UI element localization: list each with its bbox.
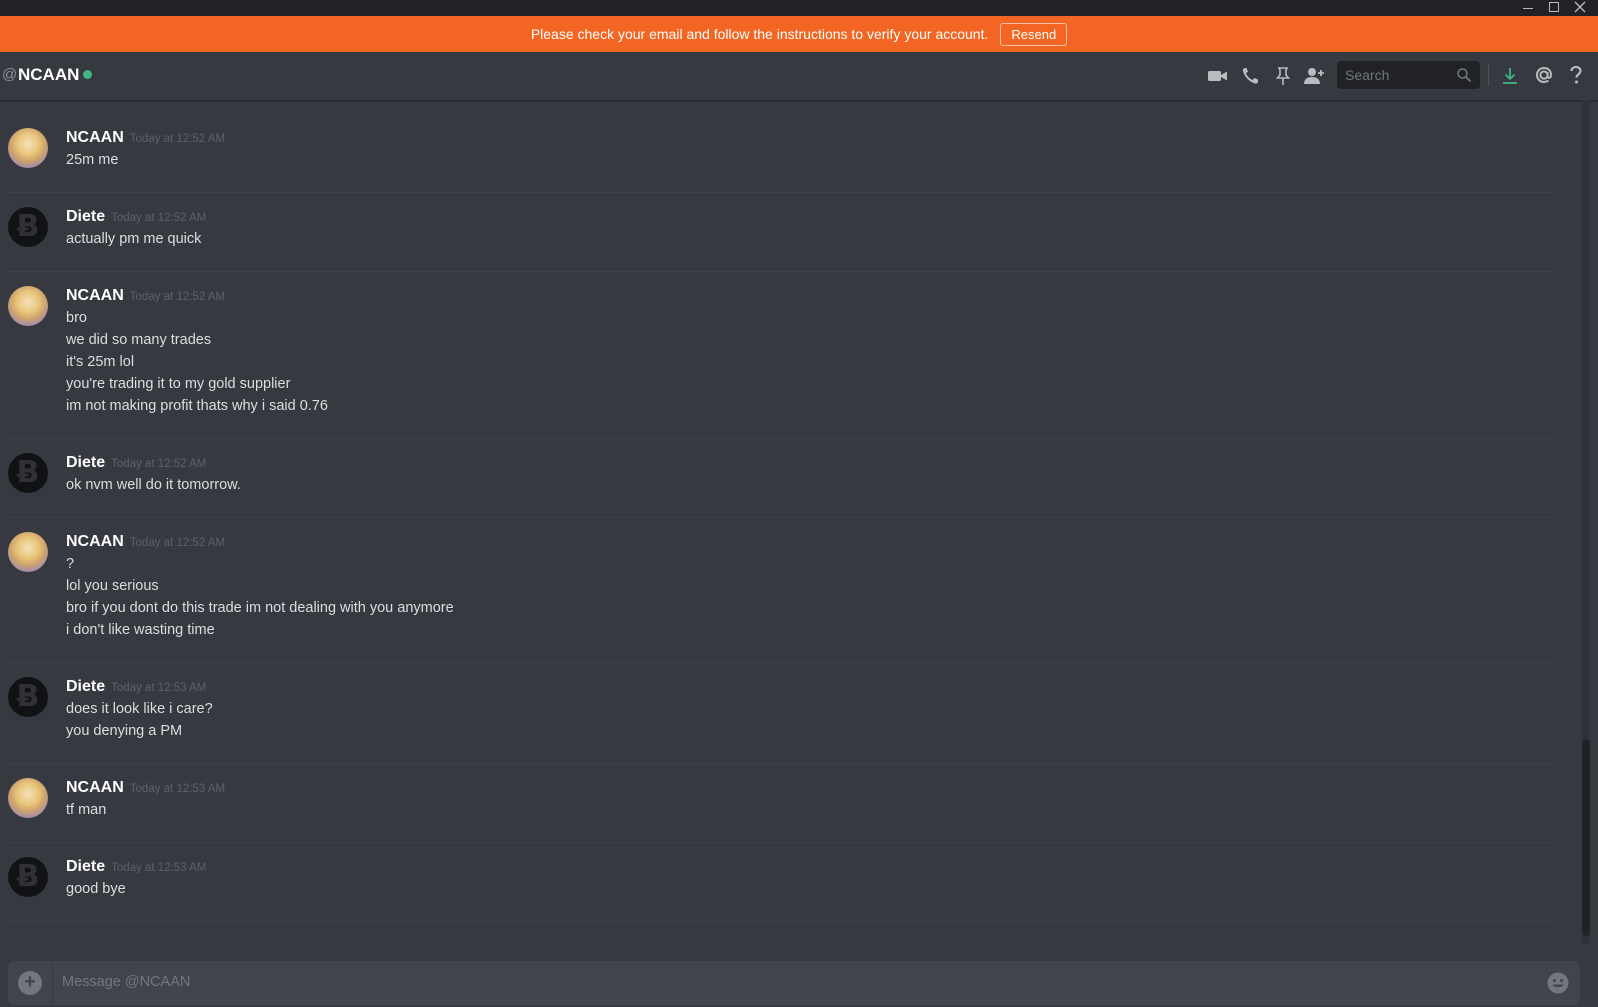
message-timestamp: Today at 12:52 AM [129, 133, 226, 145]
avatar[interactable] [8, 128, 48, 168]
message-group: Ƀ Diete Today at 12:53 AM does it look like… [8, 663, 1554, 764]
message-text: ok nvm well do it tomorrow. [66, 477, 241, 493]
resend-button[interactable]: Resend [1000, 22, 1068, 46]
message-timestamp: Today at 12:52 AM [111, 212, 207, 224]
emoji-icon[interactable] [1546, 971, 1570, 995]
avatar[interactable]: Ƀ [8, 677, 48, 717]
add-friend-icon[interactable] [1303, 66, 1325, 86]
message-author[interactable]: NCAAN Today at 12:52 AM [66, 287, 225, 305]
message-timestamp: Today at 12:52 AM [129, 537, 226, 549]
avatar[interactable] [8, 532, 48, 572]
author-name[interactable]: Diete [66, 858, 105, 875]
message-author[interactable]: Diete Today at 12:52 AM [66, 454, 206, 472]
channel-title: NCAAN [18, 65, 80, 84]
verify-email-notice: Please check your email and follow the i… [0, 16, 1598, 52]
message-text: i don't like wasting time [66, 622, 215, 638]
message-group: NCAAN Today at 12:52 AM? lol you serious br… [8, 518, 1554, 663]
search-icon[interactable] [1456, 67, 1472, 83]
message-composer: + Message @NCAAN [8, 961, 1580, 1005]
notice-text: Please check your email and follow the i… [530, 26, 989, 42]
author-name[interactable]: NCAAN [66, 287, 124, 304]
message-author[interactable]: NCAAN Today at 12:53 AM [66, 779, 225, 797]
message-author[interactable]: Diete Today at 12:53 AM [66, 858, 206, 876]
at-symbol: @ [2, 66, 18, 83]
author-name[interactable]: NCAAN [66, 779, 124, 796]
download-icon[interactable] [1500, 66, 1520, 86]
message-text: ? [66, 556, 75, 572]
message-text: im not making profit thats why i said 0.… [66, 398, 328, 414]
message-text: you're trading it to my gold supplier [66, 376, 291, 392]
message-text: bro [66, 310, 87, 326]
message-timestamp: Today at 12:53 AM [111, 682, 207, 694]
bitcoin-icon: Ƀ [16, 209, 40, 244]
message-author[interactable]: NCAAN Today at 12:52 AM [66, 129, 225, 147]
message-text: we did so many trades [66, 332, 212, 348]
author-name[interactable]: NCAAN [66, 533, 124, 550]
author-name[interactable]: Diete [66, 678, 105, 695]
voice-call-icon[interactable] [1240, 66, 1262, 86]
bitcoin-icon: Ƀ [16, 859, 40, 894]
avatar[interactable]: Ƀ [8, 857, 48, 897]
video-call-icon[interactable] [1207, 66, 1229, 86]
message-text: does it look like i care? [66, 701, 213, 717]
avatar[interactable] [8, 778, 48, 818]
message-timestamp: Today at 12:52 AM [111, 458, 207, 470]
avatar[interactable]: Ƀ [8, 207, 48, 247]
message-list: NCAAN Today at 12:52 AM 25m me Ƀ Diete Today … [0, 114, 1566, 944]
message-group: Ƀ Diete Today at 12:52 AM actually pm me qu… [8, 193, 1554, 272]
message-text: bro if you dont do this trade im not dea… [66, 600, 454, 616]
bitcoin-icon: Ƀ [16, 679, 40, 714]
message-group: Ƀ Diete Today at 12:52 AM ok nvm well do it… [8, 439, 1554, 518]
scrollbar-thumb[interactable] [1582, 740, 1590, 936]
channel-header: @ NCAAN Search [0, 52, 1598, 101]
message-author[interactable]: Diete Today at 12:52 AM [66, 208, 206, 226]
close-button[interactable] [1568, 0, 1592, 16]
help-icon[interactable] [1566, 64, 1586, 86]
message-timestamp: Today at 12:53 AM [129, 783, 226, 795]
pin-icon[interactable] [1272, 66, 1294, 86]
maximize-button[interactable] [1542, 0, 1566, 16]
message-timestamp: Today at 12:52 AM [129, 291, 226, 303]
attach-icon: + [24, 971, 36, 993]
attach-button[interactable]: + [18, 971, 42, 995]
message-text: it's 25m lol [66, 354, 135, 370]
message-text: actually pm me quick [66, 231, 202, 247]
message-text: tf man [66, 802, 107, 818]
message-author[interactable]: NCAAN Today at 12:52 AM [66, 533, 225, 551]
author-name[interactable]: Diete [66, 208, 105, 225]
message-group: NCAAN Today at 12:52 AM 25m me [8, 114, 1554, 193]
window-titlebar [0, 0, 1598, 16]
search-bar[interactable]: Search [1337, 61, 1480, 89]
message-text: you denying a PM [66, 723, 183, 739]
mention-icon[interactable] [1533, 64, 1555, 86]
message-group: Ƀ Diete Today at 12:53 AM good bye [8, 843, 1554, 922]
message-input[interactable]: Message @NCAAN [62, 974, 190, 990]
avatar[interactable]: Ƀ [8, 453, 48, 493]
minimize-button[interactable] [1516, 0, 1540, 16]
close-icon [1574, 1, 1586, 13]
message-timestamp: Today at 12:53 AM [111, 862, 207, 874]
online-status-dot [83, 70, 92, 79]
message-author[interactable]: Diete Today at 12:53 AM [66, 678, 206, 696]
author-name[interactable]: NCAAN [66, 129, 124, 146]
search-input[interactable]: Search [1345, 67, 1389, 83]
message-group: NCAAN Today at 12:52 AM bro we did so many … [8, 272, 1554, 439]
avatar[interactable] [8, 286, 48, 326]
message-text: lol you serious [66, 578, 159, 594]
composer-divider [52, 961, 53, 1005]
message-text: good bye [66, 881, 126, 897]
message-group: NCAAN Today at 12:53 AM tf man [8, 764, 1554, 843]
header-divider [1488, 64, 1489, 86]
bitcoin-icon: Ƀ [16, 455, 40, 490]
message-text: 25m me [66, 152, 119, 168]
author-name[interactable]: Diete [66, 454, 105, 471]
